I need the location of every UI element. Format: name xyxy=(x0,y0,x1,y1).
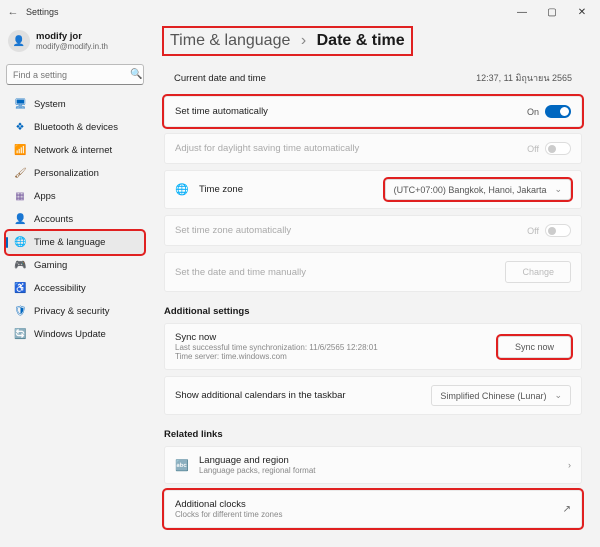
main-content: Time & language › Date & time Current da… xyxy=(150,24,600,547)
sidebar-item-privacy-security[interactable]: 🛡 Privacy & security xyxy=(6,300,144,323)
sidebar-item-windows-update[interactable]: 🔄 Windows Update xyxy=(6,323,144,346)
nav-label: Gaming xyxy=(34,260,67,271)
sidebar-item-time-language[interactable]: 🌐 Time & language xyxy=(6,231,144,254)
auto-time-row: Set time automatically On xyxy=(164,96,582,127)
nav-icon: 🖥 xyxy=(14,99,26,110)
nav-icon: ♿ xyxy=(14,283,26,294)
nav-label: Network & internet xyxy=(34,145,112,156)
auto-time-toggle[interactable] xyxy=(545,105,571,118)
current-datetime-row: Current date and time 12:37, 11 มิถุนายน… xyxy=(164,60,582,90)
calendars-select[interactable]: Simplified Chinese (Lunar) ⌄ xyxy=(431,385,571,406)
additional-clocks-row[interactable]: Additional clocks Clocks for different t… xyxy=(164,490,582,528)
breadcrumb: Time & language › Date & time xyxy=(164,28,411,54)
additional-clocks-sub: Clocks for different time zones xyxy=(175,510,282,519)
calendars-row: Show additional calendars in the taskbar… xyxy=(164,376,582,415)
sidebar: 👤 modify jor modify@modify.in.th 🔍 🖥 Syst… xyxy=(0,24,150,547)
chevron-right-icon: › xyxy=(301,32,306,49)
nav-label: Accessibility xyxy=(34,283,86,294)
nav-icon: ❖ xyxy=(14,122,26,133)
sidebar-item-accessibility[interactable]: ♿ Accessibility xyxy=(6,277,144,300)
manual-time-row: Set the date and time manually Change xyxy=(164,252,582,292)
current-datetime-label: Current date and time xyxy=(174,73,266,84)
window-title: Settings xyxy=(26,7,59,17)
related-links-heading: Related links xyxy=(164,429,582,440)
nav-icon: 🖌 xyxy=(14,168,26,179)
change-button: Change xyxy=(505,261,571,283)
language-region-sub: Language packs, regional format xyxy=(199,466,316,475)
sync-now-button[interactable]: Sync now xyxy=(498,336,571,358)
sidebar-item-personalization[interactable]: 🖌 Personalization xyxy=(6,162,144,185)
timezone-row: 🌐 Time zone (UTC+07:00) Bangkok, Hanoi, … xyxy=(164,170,582,209)
sync-last: Last successful time synchronization: 11… xyxy=(175,343,378,352)
nav-icon: ▦ xyxy=(14,191,26,202)
auto-tz-toggle xyxy=(545,224,571,237)
language-icon: 🔤 xyxy=(175,459,191,472)
sidebar-item-system[interactable]: 🖥 System xyxy=(6,93,144,116)
sidebar-item-gaming[interactable]: 🎮 Gaming xyxy=(6,254,144,277)
nav-label: Windows Update xyxy=(34,329,106,340)
sync-title: Sync now xyxy=(175,332,378,343)
account-name: modify jor xyxy=(36,31,108,42)
dst-state: Off xyxy=(527,144,539,154)
nav-icon: 🔄 xyxy=(14,329,26,340)
sidebar-item-accounts[interactable]: 👤 Accounts xyxy=(6,208,144,231)
dst-toggle xyxy=(545,142,571,155)
chevron-right-icon: › xyxy=(568,460,571,470)
auto-time-state: On xyxy=(527,107,539,117)
search-icon: 🔍 xyxy=(130,69,142,80)
titlebar: ← Settings — ▢ ✕ xyxy=(0,0,600,24)
search-box[interactable]: 🔍 xyxy=(6,64,144,85)
maximize-button[interactable]: ▢ xyxy=(538,2,566,22)
search-input[interactable] xyxy=(13,70,130,80)
dst-label: Adjust for daylight saving time automati… xyxy=(175,143,359,154)
sidebar-item-bluetooth-devices[interactable]: ❖ Bluetooth & devices xyxy=(6,116,144,139)
nav-icon: 👤 xyxy=(14,214,26,225)
sidebar-item-network-internet[interactable]: 📶 Network & internet xyxy=(6,139,144,162)
minimize-button[interactable]: — xyxy=(508,2,536,22)
calendars-label: Show additional calendars in the taskbar xyxy=(175,390,346,401)
breadcrumb-parent[interactable]: Time & language xyxy=(170,32,290,49)
language-region-title: Language and region xyxy=(199,455,316,466)
sync-row: Sync now Last successful time synchroniz… xyxy=(164,323,582,370)
nav-label: Time & language xyxy=(34,237,105,248)
chevron-down-icon: ⌄ xyxy=(554,390,562,401)
nav-label: Personalization xyxy=(34,168,99,179)
breadcrumb-current: Date & time xyxy=(317,32,405,49)
nav-icon: 🎮 xyxy=(14,260,26,271)
auto-time-label: Set time automatically xyxy=(175,106,268,117)
sidebar-item-apps[interactable]: ▦ Apps xyxy=(6,185,144,208)
nav-label: Bluetooth & devices xyxy=(34,122,118,133)
auto-tz-row: Set time zone automatically Off xyxy=(164,215,582,246)
nav-icon: 🌐 xyxy=(14,237,26,248)
account-email: modify@modify.in.th xyxy=(36,42,108,51)
timezone-value: (UTC+07:00) Bangkok, Hanoi, Jakarta xyxy=(394,185,547,195)
additional-clocks-title: Additional clocks xyxy=(175,499,282,510)
auto-tz-state: Off xyxy=(527,226,539,236)
nav-label: System xyxy=(34,99,66,110)
auto-tz-label: Set time zone automatically xyxy=(175,225,291,236)
nav-icon: 📶 xyxy=(14,145,26,156)
account-block[interactable]: 👤 modify jor modify@modify.in.th xyxy=(6,26,144,60)
language-region-row[interactable]: 🔤 Language and region Language packs, re… xyxy=(164,446,582,484)
calendars-value: Simplified Chinese (Lunar) xyxy=(440,391,546,401)
nav-label: Privacy & security xyxy=(34,306,110,317)
chevron-down-icon: ⌄ xyxy=(554,184,562,195)
manual-time-label: Set the date and time manually xyxy=(175,267,306,278)
timezone-select[interactable]: (UTC+07:00) Bangkok, Hanoi, Jakarta ⌄ xyxy=(385,179,571,200)
back-button[interactable]: ← xyxy=(4,6,22,18)
nav-label: Apps xyxy=(34,191,56,202)
current-datetime-value: 12:37, 11 มิถุนายน 2565 xyxy=(476,71,572,85)
sync-server: Time server: time.windows.com xyxy=(175,352,378,361)
additional-settings-heading: Additional settings xyxy=(164,306,582,317)
external-link-icon: ↗ xyxy=(563,504,571,515)
timezone-label: Time zone xyxy=(199,184,243,195)
nav-label: Accounts xyxy=(34,214,73,225)
avatar-icon: 👤 xyxy=(8,30,30,52)
nav-icon: 🛡 xyxy=(14,306,26,317)
dst-row: Adjust for daylight saving time automati… xyxy=(164,133,582,164)
globe-icon: 🌐 xyxy=(175,183,191,196)
close-button[interactable]: ✕ xyxy=(568,2,596,22)
